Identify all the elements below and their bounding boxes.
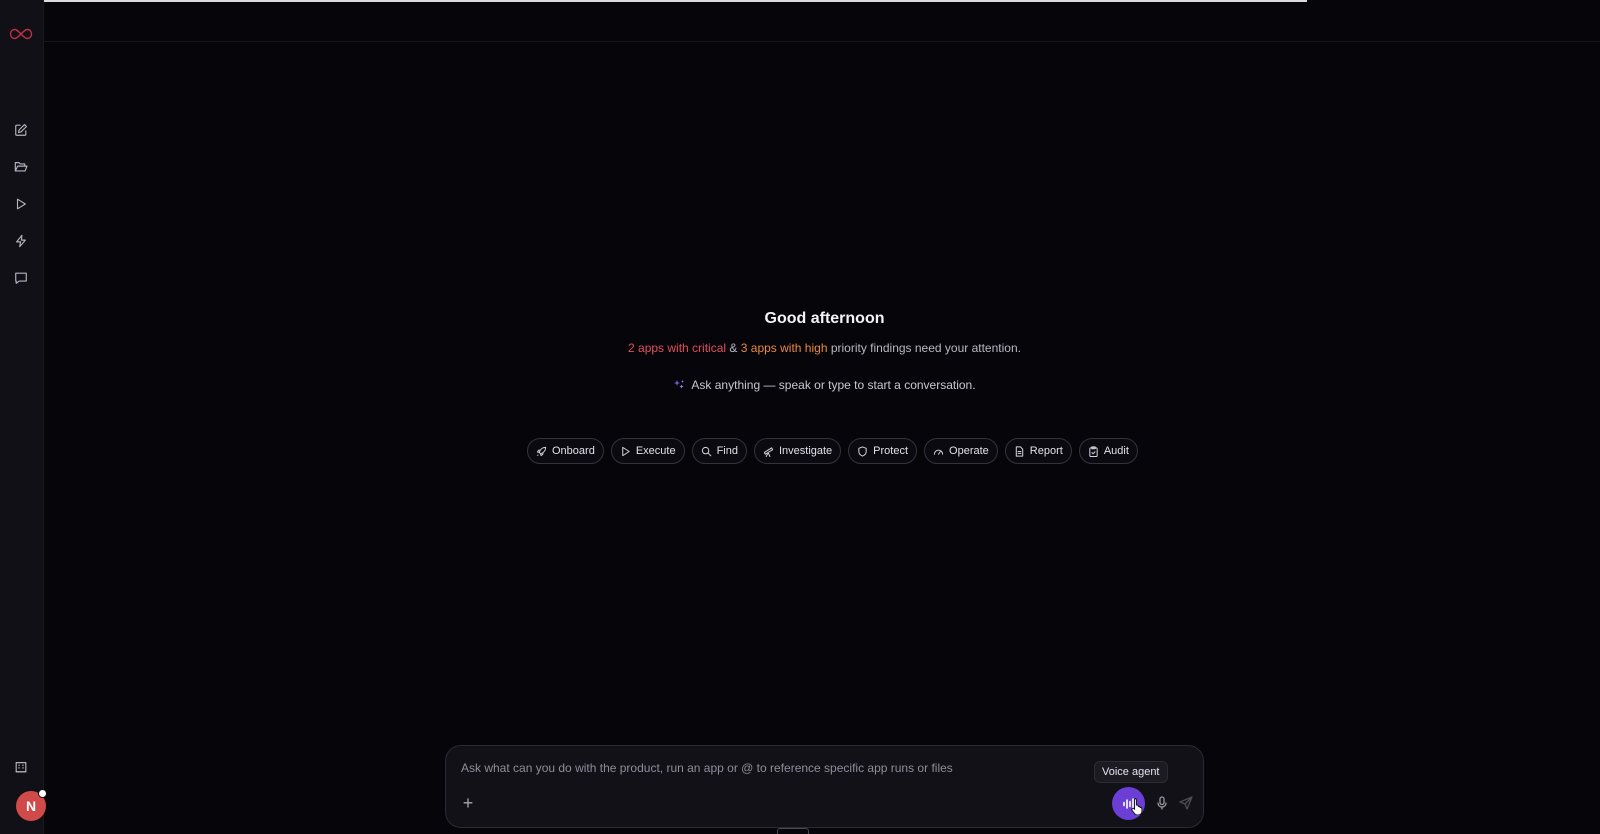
microphone-icon bbox=[1157, 796, 1167, 810]
chip-label: Audit bbox=[1103, 445, 1129, 457]
chip-label: Investigate bbox=[778, 445, 833, 457]
chip-operate[interactable]: Operate bbox=[924, 438, 998, 464]
chip-investigate[interactable]: Investigate bbox=[753, 438, 842, 464]
chat-composer: + bbox=[445, 745, 1204, 828]
top-bar bbox=[44, 0, 1600, 42]
chip-audit[interactable]: Audit bbox=[1078, 438, 1138, 464]
chip-onboard[interactable]: Onboard bbox=[527, 438, 604, 464]
ask-hint-text: Ask anything — speak or type to start a … bbox=[691, 378, 976, 392]
building-icon bbox=[15, 762, 27, 773]
findings-suffix: priority findings need your attention. bbox=[830, 341, 1021, 355]
chip-label: Operate bbox=[949, 445, 989, 457]
chat-icon bbox=[15, 272, 27, 284]
shield-icon bbox=[858, 445, 867, 457]
quick-action-chips: Onboard Execute Find Investigate Protect… bbox=[527, 438, 1138, 464]
findings-summary: 2 apps with critical & 3 apps with high … bbox=[44, 341, 1600, 355]
chip-label: Report bbox=[1029, 445, 1063, 457]
online-status-dot bbox=[38, 789, 47, 798]
avatar[interactable]: N bbox=[16, 789, 47, 821]
runs-button[interactable] bbox=[10, 193, 32, 215]
send-icon bbox=[1179, 796, 1193, 810]
avatar-initial: N bbox=[25, 798, 37, 814]
welcome-section: Good afternoon 2 apps with critical & 3 … bbox=[44, 310, 1600, 392]
chip-label: Protect bbox=[873, 445, 909, 457]
play-icon bbox=[622, 446, 630, 456]
automations-button[interactable] bbox=[10, 230, 32, 252]
telescope-icon bbox=[763, 446, 774, 457]
plus-icon: + bbox=[462, 793, 474, 813]
rocket-icon bbox=[536, 446, 547, 456]
attach-button[interactable]: + bbox=[459, 794, 477, 812]
critical-apps-link[interactable]: 2 apps with critical bbox=[628, 341, 726, 355]
edit-icon bbox=[15, 124, 27, 136]
chip-label: Onboard bbox=[552, 445, 595, 457]
files-button[interactable] bbox=[10, 156, 32, 178]
high-apps-link[interactable]: 3 apps with high bbox=[741, 341, 828, 355]
document-icon bbox=[1015, 445, 1023, 457]
new-chat-button[interactable] bbox=[10, 119, 32, 141]
lightning-icon bbox=[16, 234, 26, 248]
search-icon bbox=[701, 446, 711, 456]
chip-execute[interactable]: Execute bbox=[610, 438, 685, 464]
sparkle-icon bbox=[674, 380, 684, 389]
microphone-button[interactable] bbox=[1154, 795, 1170, 811]
mouse-cursor-icon bbox=[1131, 798, 1143, 815]
chats-button[interactable] bbox=[10, 267, 32, 289]
clipboard-icon bbox=[1089, 445, 1098, 457]
play-icon bbox=[16, 198, 26, 210]
chat-input[interactable] bbox=[459, 756, 1103, 780]
voice-agent-tooltip: Voice agent bbox=[1094, 761, 1168, 783]
chip-protect[interactable]: Protect bbox=[848, 438, 918, 464]
greeting-title: Good afternoon bbox=[764, 310, 885, 327]
folder-icon bbox=[14, 162, 28, 172]
infinity-logo-icon[interactable] bbox=[8, 26, 34, 42]
chip-report[interactable]: Report bbox=[1004, 438, 1072, 464]
sidebar: N bbox=[0, 0, 47, 834]
chip-label: Find bbox=[716, 445, 738, 457]
findings-joiner: & bbox=[729, 341, 738, 355]
organization-button[interactable] bbox=[10, 756, 32, 778]
resize-handle[interactable] bbox=[777, 828, 809, 834]
ask-hint: Ask anything — speak or type to start a … bbox=[44, 378, 1600, 392]
send-button[interactable] bbox=[1178, 795, 1194, 811]
gauge-icon bbox=[933, 449, 944, 455]
chip-find[interactable]: Find bbox=[691, 438, 747, 464]
chip-label: Execute bbox=[635, 445, 676, 457]
